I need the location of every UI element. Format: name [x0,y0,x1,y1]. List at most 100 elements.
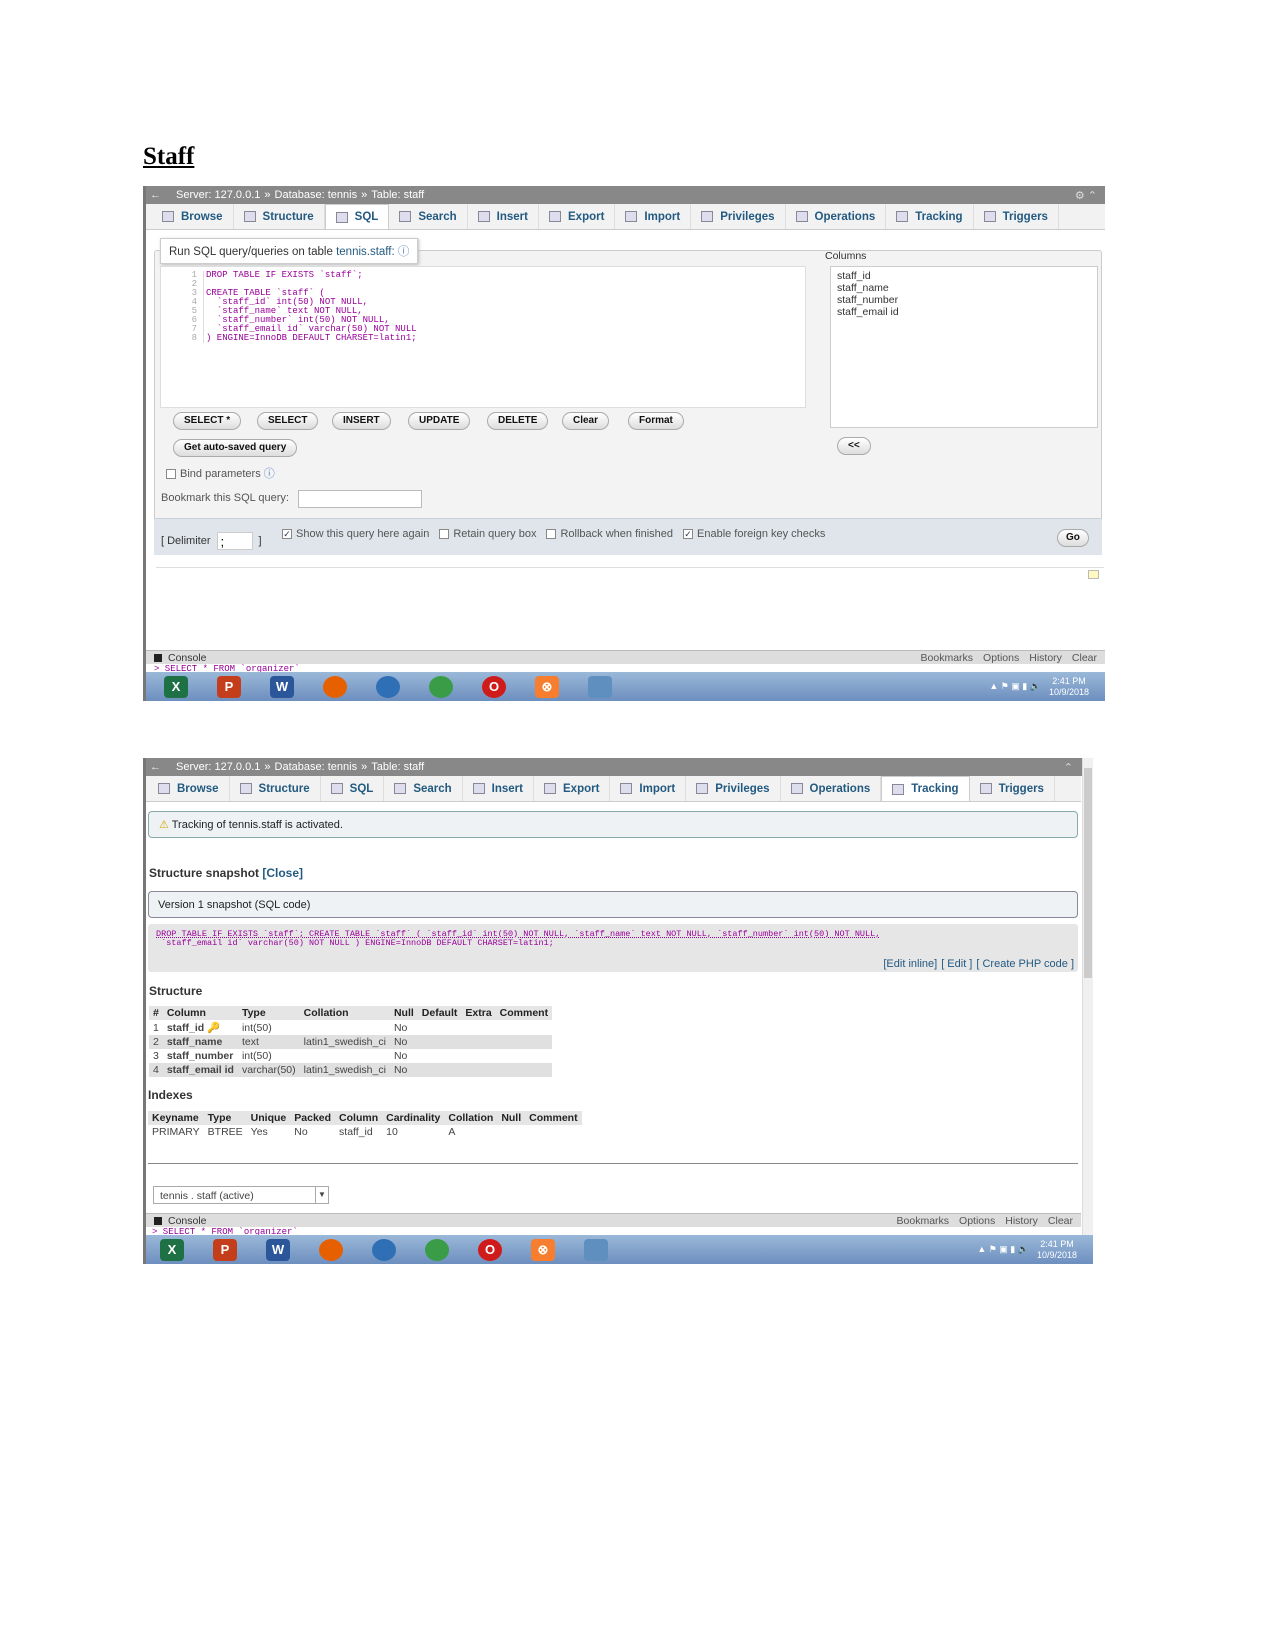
tab-tracking[interactable]: Tracking [881,776,970,801]
select-button[interactable]: SELECT * [173,412,242,430]
breadcrumb-table[interactable]: Table: staff [371,189,424,201]
breadcrumb-server[interactable]: Server: 127.0.0.1 [176,761,260,773]
table-link[interactable]: tennis.staff: [336,246,395,258]
edit-inline-link[interactable]: [Edit inline] [883,958,937,970]
tab-triggers[interactable]: Triggers [974,204,1059,229]
bookmark-input[interactable] [298,490,422,508]
tab-privileges[interactable]: Privileges [691,204,786,229]
help-icon[interactable]: ⓘ [264,468,275,480]
create-php-code-link[interactable]: [ Create PHP code ] [976,958,1074,970]
sql-editor[interactable]: 12345678 DROP TABLE IF EXISTS `staff`; CR… [160,266,806,408]
collapse-up-icon[interactable]: ⌃ [1064,761,1073,774]
tab-operations[interactable]: Operations [786,204,887,229]
delete-button[interactable]: DELETE [487,412,549,430]
taskbar-app[interactable]: W [254,1236,302,1263]
tray-icons[interactable]: ▲ ⚑ ▣ ▮ 🔈 [989,681,1041,692]
option-rollback-when-finished[interactable]: Rollback when finished [546,528,673,540]
column-option[interactable]: staff_id [837,270,1091,282]
tab-tracking[interactable]: Tracking [886,204,974,229]
clear-button[interactable]: Clear [562,412,610,430]
tab-insert[interactable]: Insert [468,204,539,229]
help-icon[interactable]: ⓘ [398,246,410,258]
console-clear-link[interactable]: Clear [1072,652,1097,664]
tab-sql[interactable]: SQL [321,776,385,801]
taskbar-app[interactable]: X [152,673,200,700]
collapse-icon[interactable]: ← [150,189,161,201]
tab-sql[interactable]: SQL [324,204,390,229]
checkbox[interactable]: ✓ [683,529,693,540]
go-button[interactable]: Go [1057,529,1089,547]
delimiter-input[interactable] [216,532,253,550]
breadcrumb-server[interactable]: Server: 127.0.0.1 [176,189,260,201]
tray-icons[interactable]: ▲ ⚑ ▣ ▮ 🔈 [977,1244,1029,1255]
taskbar-app[interactable]: X [148,1236,196,1263]
taskbar-app[interactable] [364,673,412,700]
columns-list[interactable]: staff_id staff_name staff_number staff_emai… [830,266,1098,428]
settings-icon[interactable]: ⚙ ⌃ [1075,189,1097,202]
taskbar-app[interactable]: O [470,673,518,700]
console-bar[interactable]: Console Bookmarks Options History Clear [146,650,1105,664]
console-options-link[interactable]: Options [959,1215,995,1227]
tab-import[interactable]: Import [610,776,687,801]
close-link[interactable]: [Close] [262,866,303,880]
console-label[interactable]: Console [168,652,207,664]
taskbar-app[interactable] [311,673,359,700]
version-select[interactable]: tennis . staff (active) ▼ [153,1186,329,1204]
note-icon[interactable] [1088,570,1099,579]
taskbar-app[interactable]: P [205,673,253,700]
taskbar-app[interactable] [307,1236,355,1263]
format-button[interactable]: Format [628,412,684,430]
console-bar[interactable]: Console Bookmarks Options History Clear [146,1213,1081,1227]
console-label[interactable]: Console [168,1215,207,1227]
taskbar-app[interactable]: ⊗ [519,1236,567,1263]
edit-link[interactable]: [ Edit ] [941,958,972,970]
taskbar-app[interactable] [360,1236,408,1263]
console-bookmarks-link[interactable]: Bookmarks [897,1215,950,1227]
checkbox[interactable]: ✓ [282,529,292,540]
taskbar-app[interactable]: O [466,1236,514,1263]
tab-browse[interactable]: Browse [152,204,234,229]
select-button[interactable]: SELECT [257,412,319,430]
taskbar-app[interactable]: W [258,673,306,700]
option-show-this-query-here-again[interactable]: ✓ Show this query here again [282,528,429,540]
taskbar-app[interactable] [572,1236,620,1263]
console-options-link[interactable]: Options [983,652,1019,664]
tab-privileges[interactable]: Privileges [686,776,781,801]
tab-export[interactable]: Export [534,776,611,801]
tab-export[interactable]: Export [539,204,616,229]
chevron-down-icon[interactable]: ▼ [315,1187,328,1203]
tab-structure[interactable]: Structure [234,204,325,229]
collapse-icon[interactable]: ← [150,761,161,773]
column-option[interactable]: staff_email id [837,306,1091,318]
console-bookmarks-link[interactable]: Bookmarks [921,652,974,664]
taskbar-app[interactable] [413,1236,461,1263]
taskbar-app[interactable] [417,673,465,700]
scrollbar[interactable] [1082,758,1093,1236]
tab-search[interactable]: Search [384,776,463,801]
taskbar-app[interactable] [576,673,624,700]
breadcrumb-table[interactable]: Table: staff [371,761,424,773]
update-button[interactable]: UPDATE [408,412,471,430]
bind-parameters[interactable]: Bind parameters ⓘ [166,465,275,481]
tab-search[interactable]: Search [389,204,468,229]
console-clear-link[interactable]: Clear [1048,1215,1073,1227]
checkbox[interactable] [546,529,557,540]
get-autosaved-query-button[interactable]: Get auto-saved query [173,439,298,457]
insert-column-button[interactable]: << [837,437,871,455]
option-enable-foreign-key-checks[interactable]: ✓ Enable foreign key checks [683,528,825,540]
clock[interactable]: 2:41 PM 10/9/2018 [1037,1239,1077,1261]
tab-triggers[interactable]: Triggers [970,776,1055,801]
tab-structure[interactable]: Structure [230,776,321,801]
checkbox[interactable] [166,469,176,480]
console-history-link[interactable]: History [1005,1215,1038,1227]
taskbar-app[interactable]: ⊗ [523,673,571,700]
option-retain-query-box[interactable]: Retain query box [439,528,536,540]
tab-insert[interactable]: Insert [463,776,534,801]
tab-operations[interactable]: Operations [781,776,882,801]
clock[interactable]: 2:41 PM 10/9/2018 [1049,676,1089,698]
breadcrumb-database[interactable]: Database: tennis [275,189,358,201]
scrollbar-thumb[interactable] [1084,768,1092,978]
taskbar-app[interactable]: P [201,1236,249,1263]
column-option[interactable]: staff_number [837,294,1091,306]
checkbox[interactable] [439,529,450,540]
